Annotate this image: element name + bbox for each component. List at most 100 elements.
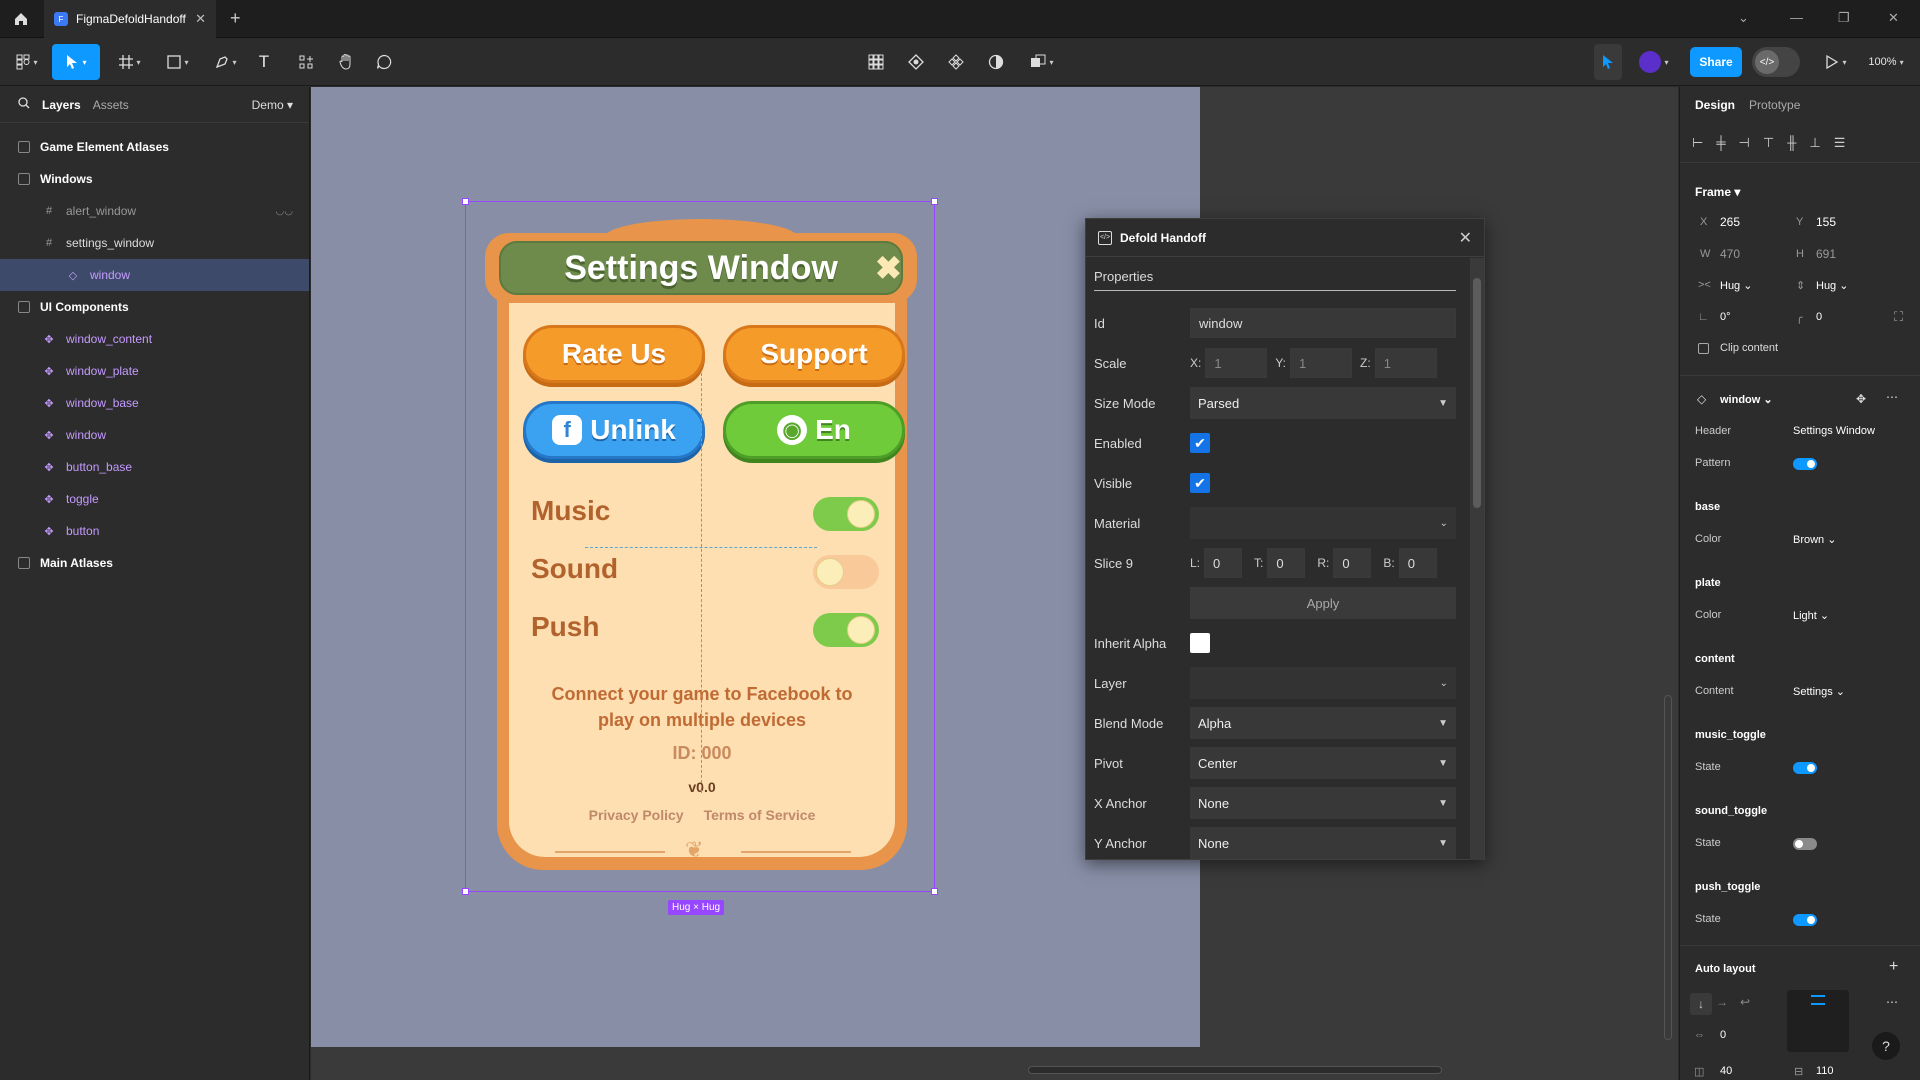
- vertical-scrollbar[interactable]: [1664, 695, 1672, 1040]
- layer-component[interactable]: ✥ window: [0, 419, 309, 451]
- layer-component[interactable]: ✥ window_base: [0, 387, 309, 419]
- apply-button[interactable]: Apply: [1190, 587, 1456, 619]
- plate-color-select[interactable]: Light ⌄: [1793, 609, 1829, 622]
- align-center-v-icon[interactable]: ╫: [1787, 135, 1796, 150]
- grid-icon[interactable]: [864, 44, 888, 80]
- enabled-checkbox[interactable]: ✔: [1190, 433, 1210, 453]
- horizontal-scrollbar[interactable]: [1028, 1066, 1442, 1074]
- layer-page[interactable]: Main Atlases: [0, 547, 309, 579]
- cursor-chat-icon[interactable]: [1594, 44, 1622, 80]
- pattern-toggle[interactable]: [1793, 458, 1817, 470]
- go-to-component-icon[interactable]: ✥: [1856, 392, 1866, 406]
- layer-page[interactable]: Game Element Atlases: [0, 131, 309, 163]
- base-color-select[interactable]: Brown ⌄: [1793, 533, 1836, 546]
- align-top-icon[interactable]: ⊤: [1763, 135, 1774, 151]
- shape-tool-icon[interactable]: ▾: [158, 44, 198, 80]
- component-name[interactable]: window ⌄: [1720, 393, 1773, 406]
- layer-component[interactable]: ✥ window_content: [0, 323, 309, 355]
- y-anchor-select[interactable]: None ▼: [1190, 827, 1456, 859]
- scale-x-input[interactable]: 1: [1205, 348, 1268, 378]
- resize-handle[interactable]: [462, 198, 469, 205]
- push-state-toggle[interactable]: [1793, 914, 1817, 926]
- layer-page[interactable]: UI Components: [0, 291, 309, 323]
- dev-mode-toggle[interactable]: </>: [1752, 47, 1800, 77]
- contrast-icon[interactable]: [984, 44, 1008, 80]
- slice-t-input[interactable]: 0: [1267, 548, 1306, 578]
- comment-icon[interactable]: [372, 44, 396, 80]
- close-tab-icon[interactable]: ✕: [195, 11, 206, 27]
- plugin-scrollbar[interactable]: [1470, 258, 1484, 860]
- layer-frame[interactable]: # alert_window ◡◡: [0, 195, 309, 227]
- size-mode-select[interactable]: Parsed ▼: [1190, 387, 1456, 419]
- padding-h-input[interactable]: 40: [1720, 1065, 1732, 1077]
- horizontal-resize-select[interactable]: Hug ⌄: [1720, 279, 1752, 292]
- horizontal-direction-icon[interactable]: →: [1716, 995, 1728, 1009]
- resize-handle[interactable]: [931, 198, 938, 205]
- chevron-down-icon[interactable]: ⌄: [1738, 10, 1749, 26]
- component-icon[interactable]: [944, 44, 968, 80]
- y-input[interactable]: 155: [1816, 215, 1836, 229]
- music-state-toggle[interactable]: [1793, 762, 1817, 774]
- selection-box[interactable]: [465, 201, 935, 892]
- help-button[interactable]: ?: [1872, 1032, 1900, 1060]
- text-tool-icon[interactable]: T: [252, 44, 276, 80]
- tab-layers[interactable]: Layers: [42, 98, 81, 112]
- tab-design[interactable]: Design: [1695, 98, 1735, 112]
- gap-input[interactable]: 0: [1720, 1029, 1726, 1041]
- align-left-icon[interactable]: ⊢: [1692, 135, 1703, 151]
- more-options-icon[interactable]: ⋯: [1886, 390, 1898, 404]
- content-select[interactable]: Settings ⌄: [1793, 685, 1845, 698]
- layer-select[interactable]: ⌄: [1190, 667, 1456, 699]
- restore-icon[interactable]: ❐: [1838, 10, 1850, 26]
- scale-z-input[interactable]: 1: [1374, 348, 1437, 378]
- present-icon[interactable]: ▾: [1818, 44, 1854, 80]
- page-select[interactable]: Demo ▾: [252, 98, 293, 112]
- align-center-h-icon[interactable]: ╪: [1716, 135, 1725, 150]
- boolean-icon[interactable]: ▾: [1024, 44, 1060, 80]
- x-anchor-select[interactable]: None ▼: [1190, 787, 1456, 819]
- mask-icon[interactable]: [904, 44, 928, 80]
- layer-component[interactable]: ✥ button_base: [0, 451, 309, 483]
- clip-content-checkbox[interactable]: [1698, 343, 1709, 354]
- layer-component[interactable]: ✥ window_plate: [0, 355, 309, 387]
- artboard[interactable]: Settings Window ✖ Rate Us Support f Unlin…: [311, 87, 1200, 1047]
- more-options-icon[interactable]: ⋯: [1886, 995, 1898, 1009]
- frame-tool-icon[interactable]: ▾: [110, 44, 150, 80]
- material-select[interactable]: ⌄: [1190, 507, 1456, 539]
- rotation-input[interactable]: 0°: [1720, 311, 1731, 323]
- slice-l-input[interactable]: 0: [1204, 548, 1243, 578]
- x-input[interactable]: 265: [1720, 215, 1740, 229]
- vertical-resize-select[interactable]: Hug ⌄: [1816, 279, 1848, 292]
- tab-assets[interactable]: Assets: [93, 98, 129, 112]
- align-bottom-icon[interactable]: ⊥: [1809, 135, 1820, 151]
- layer-component[interactable]: ✥ button: [0, 515, 309, 547]
- resources-icon[interactable]: [294, 44, 318, 80]
- add-auto-layout-icon[interactable]: +: [1889, 958, 1898, 976]
- resize-handle[interactable]: [462, 888, 469, 895]
- minimize-icon[interactable]: —: [1790, 10, 1803, 25]
- layer-frame[interactable]: # settings_window: [0, 227, 309, 259]
- layer-component[interactable]: ✥ toggle: [0, 483, 309, 515]
- slice-b-input[interactable]: 0: [1398, 548, 1437, 578]
- user-avatar-icon[interactable]: ▾: [1632, 44, 1676, 80]
- search-icon[interactable]: [18, 97, 30, 112]
- h-input[interactable]: 691: [1816, 247, 1836, 261]
- hidden-eye-icon[interactable]: ◡◡: [276, 206, 293, 217]
- inherit-alpha-checkbox[interactable]: [1190, 633, 1210, 653]
- id-input[interactable]: window: [1190, 308, 1456, 338]
- vertical-direction-icon[interactable]: ↓: [1690, 993, 1712, 1015]
- blend-mode-select[interactable]: Alpha ▼: [1190, 707, 1456, 739]
- frame-section-title[interactable]: Frame ▾: [1695, 185, 1740, 199]
- header-prop-value[interactable]: Settings Window: [1793, 425, 1875, 437]
- file-tab[interactable]: F FigmaDefoldHandoff ✕: [44, 0, 216, 38]
- w-input[interactable]: 470: [1720, 247, 1740, 261]
- alignment-grid[interactable]: [1787, 990, 1849, 1052]
- corner-radius-input[interactable]: 0: [1816, 311, 1822, 323]
- scrollbar-thumb[interactable]: [1473, 278, 1481, 508]
- padding-v-input[interactable]: 110: [1816, 1065, 1834, 1077]
- sound-state-toggle[interactable]: [1793, 838, 1817, 850]
- scale-y-input[interactable]: 1: [1290, 348, 1353, 378]
- new-tab-icon[interactable]: +: [230, 8, 241, 28]
- pen-tool-icon[interactable]: ▾: [206, 44, 246, 80]
- distribute-icon[interactable]: ☰: [1834, 135, 1846, 151]
